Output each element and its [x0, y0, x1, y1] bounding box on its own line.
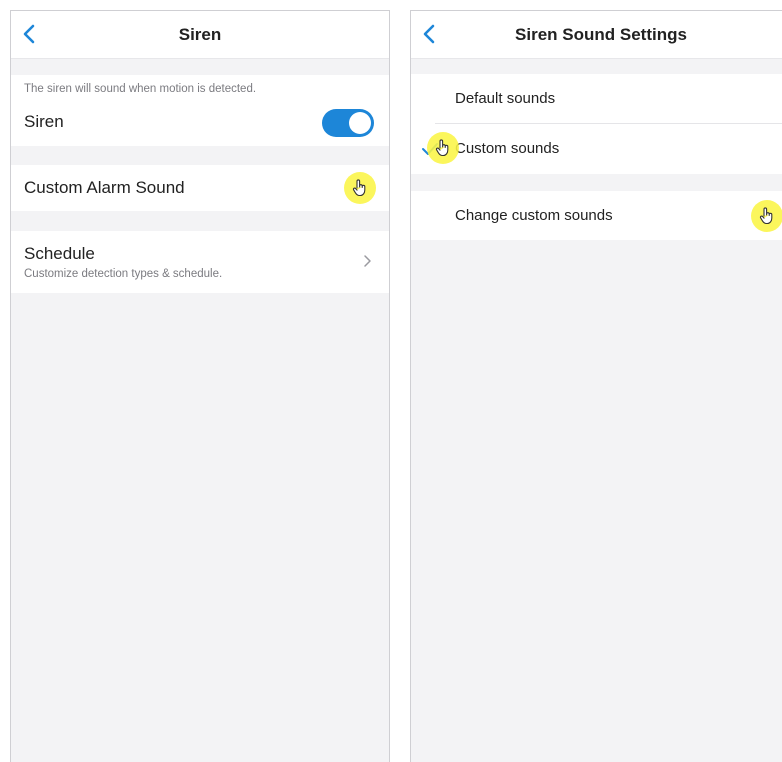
option-custom-sounds[interactable]: Custom sounds	[411, 124, 782, 174]
option-default-sounds[interactable]: Default sounds	[411, 74, 782, 123]
custom-alarm-sound-row[interactable]: Custom Alarm Sound	[11, 165, 389, 211]
siren-sound-settings-screen: Siren Sound Settings Default sounds Cust…	[410, 10, 782, 762]
back-arrow-icon[interactable]	[19, 23, 41, 45]
chevron-right-icon[interactable]	[363, 254, 373, 268]
siren-label: Siren	[24, 112, 64, 131]
change-custom-sounds-label: Change custom sounds	[455, 207, 613, 224]
schedule-row[interactable]: Schedule Customize detection types & sch…	[11, 231, 389, 293]
sound-options-list: Default sounds Custom sounds	[411, 74, 782, 174]
siren-header: Siren	[11, 11, 389, 59]
hand-pointer-icon	[435, 139, 449, 157]
siren-section: The siren will sound when motion is dete…	[11, 75, 389, 146]
siren-toggle[interactable]	[322, 109, 374, 137]
custom-alarm-sound-label: Custom Alarm Sound	[24, 178, 185, 197]
siren-screen: Siren The siren will sound when motion i…	[10, 10, 390, 762]
toggle-knob	[349, 112, 371, 134]
page-title: Siren Sound Settings	[515, 25, 687, 44]
back-arrow-icon[interactable]	[419, 23, 441, 45]
hand-pointer-icon	[759, 207, 773, 225]
page-title: Siren	[178, 25, 222, 44]
change-custom-sounds-row[interactable]: Change custom sounds	[411, 191, 782, 240]
tap-indicator	[427, 132, 459, 164]
schedule-subtitle: Customize detection types & schedule.	[24, 268, 223, 280]
siren-caption: The siren will sound when motion is dete…	[24, 83, 257, 95]
option-label: Default sounds	[455, 90, 556, 107]
hand-pointer-icon	[352, 179, 366, 197]
siren-sound-settings-header: Siren Sound Settings	[411, 11, 782, 59]
schedule-label: Schedule	[24, 244, 95, 263]
tap-indicator	[751, 200, 782, 232]
option-label: Custom sounds	[455, 140, 560, 157]
tap-indicator	[344, 172, 376, 204]
